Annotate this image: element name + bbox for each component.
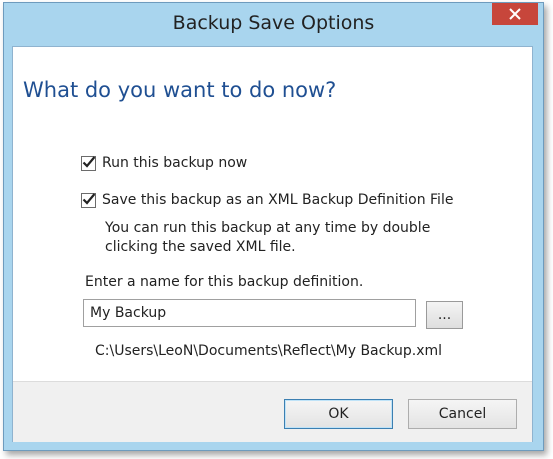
close-icon [509,8,521,20]
save-xml-description: You can run this backup at any time by d… [105,220,431,255]
dialog-footer: OK Cancel [13,381,532,442]
checkmark-icon [82,155,96,168]
backup-file-path: C:\Users\LeoN\Documents\Reflect\My Backu… [95,343,443,359]
run-now-checkbox[interactable] [81,155,96,171]
ok-button[interactable]: OK [284,399,393,429]
title-bar[interactable]: Backup Save Options [4,3,543,45]
cancel-button[interactable]: Cancel [408,399,517,429]
page-heading: What do you want to do now? [23,78,337,102]
save-xml-option[interactable]: Save this backup as an XML Backup Defini… [81,192,453,208]
save-xml-label: Save this backup as an XML Backup Defini… [102,192,454,208]
checkmark-icon [82,192,96,205]
dialog-body: What do you want to do now? Run this bac… [12,46,533,442]
window-title: Backup Save Options [172,12,375,34]
close-button[interactable] [492,3,538,25]
dialog-window: Backup Save Options What do you want to … [3,2,544,451]
run-now-option[interactable]: Run this backup now [81,155,247,171]
backup-name-input[interactable] [83,299,416,327]
browse-button[interactable]: ... [426,301,463,329]
run-now-label: Run this backup now [102,155,248,171]
save-xml-checkbox[interactable] [81,192,96,208]
backup-name-label: Enter a name for this backup definition. [85,274,364,290]
